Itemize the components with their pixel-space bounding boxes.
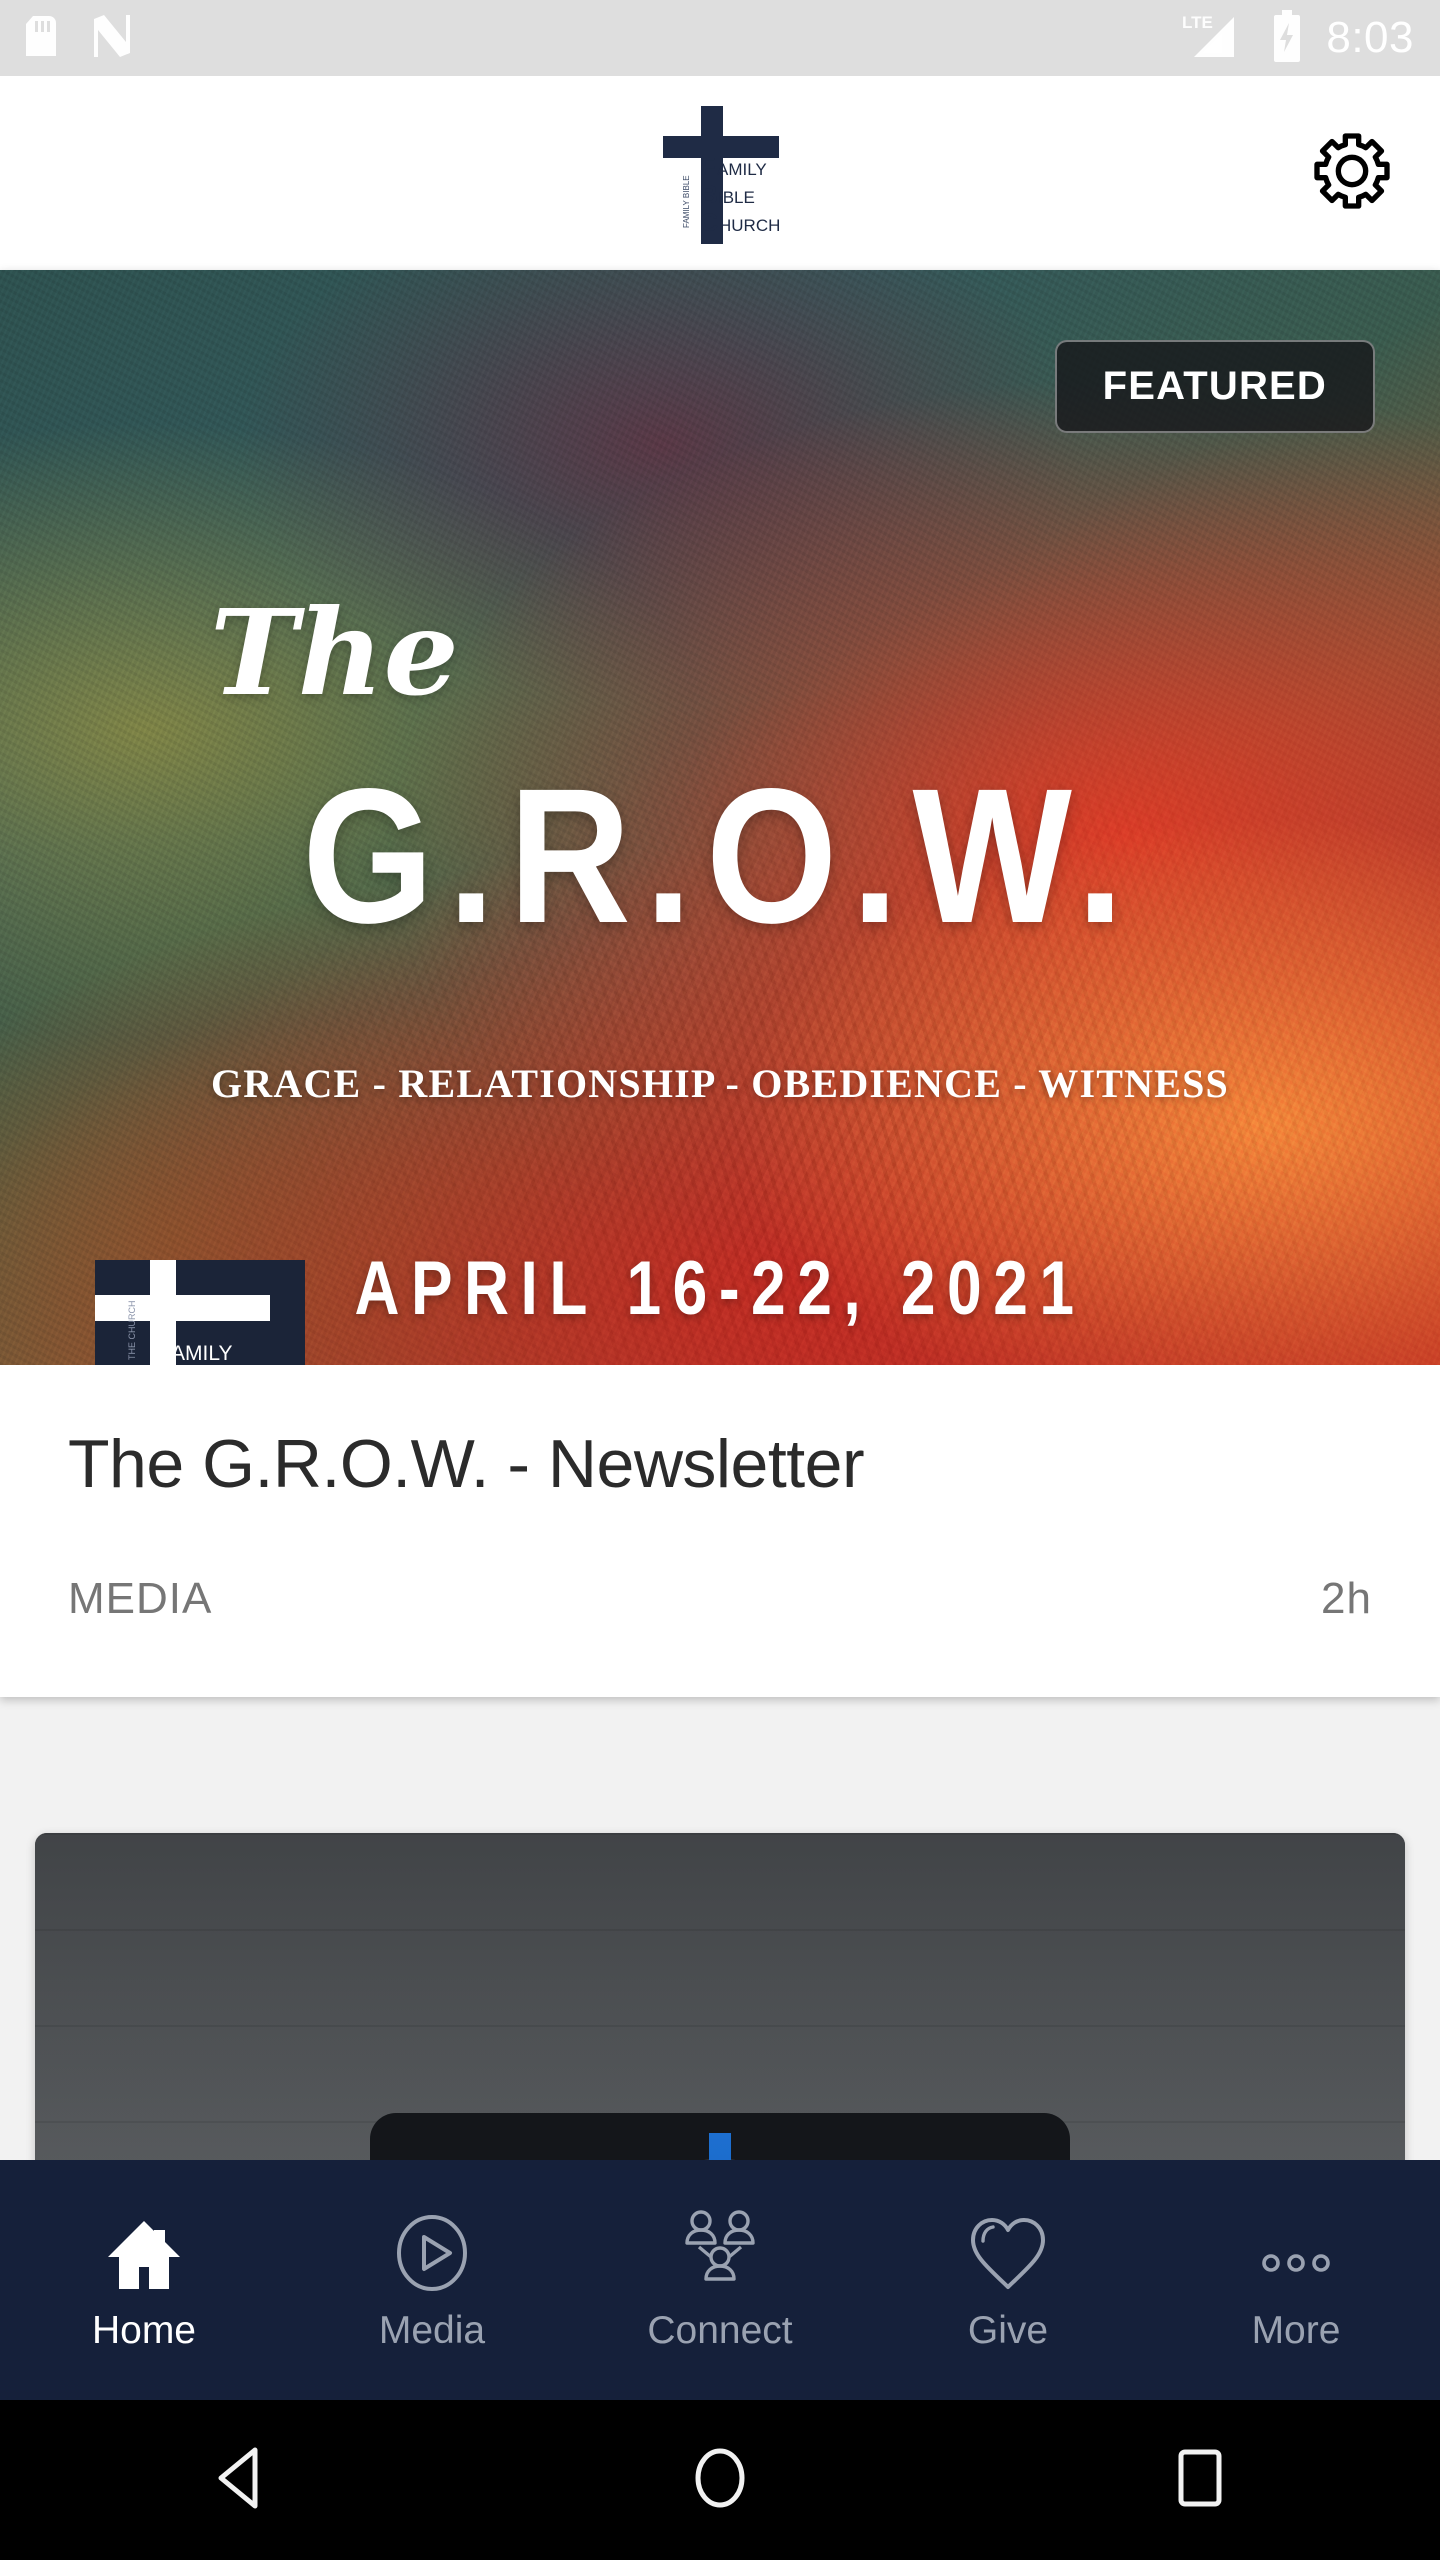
heart-icon: [967, 2207, 1049, 2293]
nav-recents-button[interactable]: [960, 2444, 1440, 2517]
settings-button[interactable]: [1304, 125, 1400, 221]
timestamp-label: 2h: [1321, 1573, 1372, 1623]
phone-screen: LTE 8:03 F AMILY B IBLE C HURCH FAMILY B…: [0, 0, 1440, 2560]
status-bar-clock: 8:03: [1326, 13, 1414, 62]
svg-text:AMILY: AMILY: [171, 1342, 232, 1365]
card-meta-row: MEDIA 2h: [68, 1574, 1372, 1624]
nav-back-button[interactable]: [0, 2444, 480, 2517]
svg-text:LTE: LTE: [1182, 13, 1213, 32]
svg-text:F: F: [151, 1334, 169, 1365]
featured-card-body: The G.R.O.W. - Newsletter MEDIA 2h: [0, 1365, 1440, 1624]
featured-feed-card[interactable]: FEATURED The G.R.O.W. GRACE - RELATIONSH…: [0, 270, 1440, 1697]
tab-give-label: Give: [967, 2309, 1049, 2352]
nav-home-button[interactable]: [480, 2444, 960, 2517]
status-bar-right-icons: LTE 8:03: [1182, 9, 1414, 67]
home-icon: [102, 2207, 186, 2293]
svg-text:THE CHURCH: THE CHURCH: [127, 1301, 137, 1361]
svg-text:C: C: [700, 209, 718, 237]
tab-connect[interactable]: Connect: [576, 2160, 864, 2400]
bottom-tab-bar: Home Media Connect Give More: [0, 2160, 1440, 2400]
hero-tagline: GRACE - RELATIONSHIP - OBEDIENCE - WITNE…: [210, 1061, 1230, 1106]
tab-give[interactable]: Give: [864, 2160, 1152, 2400]
app-header: F AMILY B IBLE C HURCH FAMILY BIBLE: [0, 76, 1440, 270]
gear-icon: [1312, 131, 1392, 216]
hero-script-word: The: [210, 583, 459, 722]
family-bible-church-logo[interactable]: F AMILY B IBLE C HURCH FAMILY BIBLE: [645, 98, 795, 248]
play-circle-icon: [392, 2207, 472, 2293]
svg-text:IBLE: IBLE: [718, 188, 755, 207]
tab-media[interactable]: Media: [288, 2160, 576, 2400]
nfc-icon: [90, 14, 130, 62]
svg-text:FAMILY BIBLE: FAMILY BIBLE: [682, 175, 691, 228]
tab-more[interactable]: More: [1152, 2160, 1440, 2400]
svg-text:HURCH: HURCH: [719, 216, 780, 235]
svg-text:F: F: [700, 153, 715, 181]
hero-date-range: APRIL 16-22, 2021: [354, 1246, 1086, 1331]
home-circle-icon: [689, 2444, 751, 2517]
sd-card-icon: [26, 15, 56, 61]
battery-charging-icon: [1270, 9, 1304, 67]
svg-text:B: B: [700, 181, 718, 209]
back-triangle-icon: [209, 2444, 271, 2517]
svg-text:AMILY: AMILY: [717, 160, 767, 179]
tab-media-label: Media: [378, 2309, 486, 2352]
page-title: The G.R.O.W. - Newsletter: [68, 1426, 865, 1502]
tab-home-label: Home: [91, 2309, 197, 2352]
hero-acronym: G.R.O.W.: [302, 748, 1138, 963]
recents-square-icon: [1169, 2444, 1231, 2517]
ellipsis-icon: [1253, 2207, 1339, 2293]
people-group-icon: [677, 2207, 763, 2293]
status-bar-left-icons: [26, 14, 130, 62]
hero-corner-logo: F AMILY THE CHURCH: [95, 1260, 305, 1365]
tab-more-label: More: [1251, 2309, 1341, 2352]
featured-hero-image[interactable]: FEATURED The G.R.O.W. GRACE - RELATIONSH…: [0, 270, 1440, 1365]
category-label: MEDIA: [68, 1573, 213, 1623]
tab-home[interactable]: Home: [0, 2160, 288, 2400]
tab-connect-label: Connect: [647, 2309, 793, 2352]
lte-signal-icon: LTE: [1182, 11, 1248, 66]
status-badge: FEATURED: [1054, 340, 1375, 433]
android-navigation-bar: [0, 2400, 1440, 2560]
android-status-bar: LTE 8:03: [0, 0, 1440, 76]
